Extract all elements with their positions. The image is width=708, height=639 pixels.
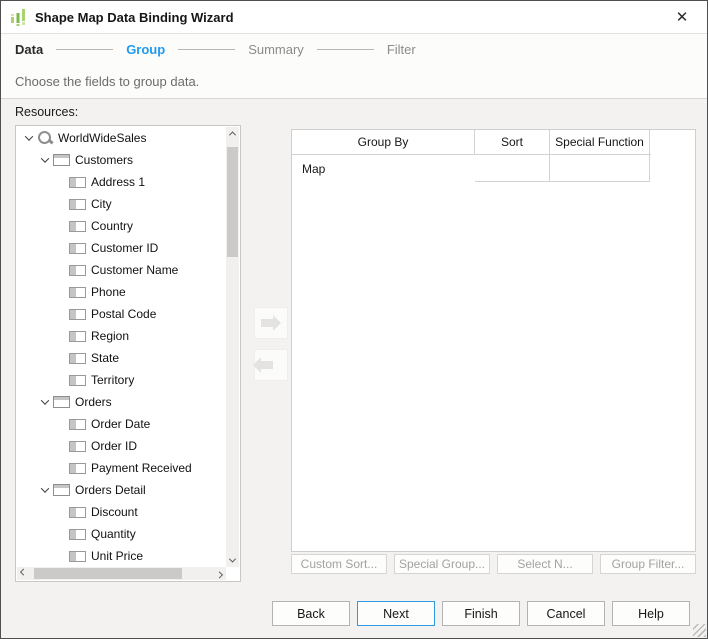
remove-field-button[interactable] <box>254 349 288 381</box>
step-filter[interactable]: Filter <box>387 42 416 57</box>
tree-item-payment-received[interactable]: Payment Received <box>17 457 226 479</box>
field-icon <box>69 551 86 562</box>
tree-item-postal-code[interactable]: Postal Code <box>17 303 226 325</box>
custom-sort-button[interactable]: Custom Sort... <box>291 554 387 574</box>
table-icon <box>53 396 70 408</box>
window-title: Shape Map Data Binding Wizard <box>35 10 667 25</box>
subtitle-bar: Choose the fields to group data. <box>1 65 707 99</box>
dialog-body: Resources: WorldWideSales Customers Addr… <box>1 99 707 638</box>
close-icon[interactable]: ✕ <box>667 4 697 30</box>
arrow-left-icon <box>261 361 273 369</box>
tree-item-worldwidesales[interactable]: WorldWideSales <box>17 127 226 149</box>
scroll-up-icon[interactable] <box>226 127 239 140</box>
resources-tree: WorldWideSales Customers Address 1 City <box>15 125 241 582</box>
tree-item-orders[interactable]: Orders <box>17 391 226 413</box>
group-actions-row: Custom Sort... Special Group... Select N… <box>291 554 696 574</box>
tree-item-quantity[interactable]: Quantity <box>17 523 226 545</box>
field-icon <box>69 199 86 210</box>
tree-item-country[interactable]: Country <box>17 215 226 237</box>
select-n-button[interactable]: Select N... <box>497 554 593 574</box>
tree-item-customer-name[interactable]: Customer Name <box>17 259 226 281</box>
chevron-down-icon[interactable] <box>37 152 53 168</box>
wizard-instruction: Choose the fields to group data. <box>15 74 199 89</box>
tree-horizontal-scrollbar[interactable] <box>17 567 226 580</box>
tree-item-territory[interactable]: Territory <box>17 369 226 391</box>
tree-item-unit-price[interactable]: Unit Price <box>17 545 226 567</box>
cancel-button[interactable]: Cancel <box>527 601 605 626</box>
step-connector <box>178 49 235 50</box>
query-icon <box>37 130 53 146</box>
resize-grip[interactable] <box>693 624 706 637</box>
group-filter-button[interactable]: Group Filter... <box>600 554 696 574</box>
tree-viewport: WorldWideSales Customers Address 1 City <box>17 127 226 567</box>
field-icon <box>69 177 86 188</box>
field-icon <box>69 243 86 254</box>
scroll-down-icon[interactable] <box>226 554 239 567</box>
tree-item-discount[interactable]: Discount <box>17 501 226 523</box>
field-icon <box>69 419 86 430</box>
tree-item-order-date[interactable]: Order Date <box>17 413 226 435</box>
field-icon <box>69 309 86 320</box>
chevron-down-icon[interactable] <box>21 130 37 146</box>
table-icon <box>53 154 70 166</box>
special-group-button[interactable]: Special Group... <box>394 554 490 574</box>
add-field-button[interactable] <box>254 307 288 339</box>
tree-item-order-id[interactable]: Order ID <box>17 435 226 457</box>
step-connector <box>56 49 113 50</box>
table-row[interactable]: Map <box>292 155 651 182</box>
chevron-down-icon[interactable] <box>37 394 53 410</box>
wizard-steps: Data Group Summary Filter <box>1 34 707 65</box>
scroll-right-icon[interactable] <box>213 567 226 580</box>
tree-item-customer-id[interactable]: Customer ID <box>17 237 226 259</box>
group-by-cell[interactable]: Map <box>292 155 475 182</box>
next-button[interactable]: Next <box>357 601 435 626</box>
field-icon <box>69 331 86 342</box>
tree-item-city[interactable]: City <box>17 193 226 215</box>
field-icon <box>69 265 86 276</box>
field-icon <box>69 287 86 298</box>
tree-item-customers[interactable]: Customers <box>17 149 226 171</box>
step-connector <box>317 49 374 50</box>
sort-cell[interactable] <box>475 155 550 182</box>
step-data[interactable]: Data <box>15 42 43 57</box>
group-table-header: Group By Sort Special Function <box>292 130 651 155</box>
step-summary[interactable]: Summary <box>248 42 304 57</box>
field-icon <box>69 353 86 364</box>
vertical-scrollbar-thumb[interactable] <box>227 147 238 257</box>
tree-item-address-1[interactable]: Address 1 <box>17 171 226 193</box>
field-icon <box>69 507 86 518</box>
tree-item-state[interactable]: State <box>17 347 226 369</box>
group-by-panel: Group By Sort Special Function Map <box>291 129 696 552</box>
resources-label: Resources: <box>15 105 78 119</box>
tree-item-phone[interactable]: Phone <box>17 281 226 303</box>
help-button[interactable]: Help <box>612 601 690 626</box>
table-icon <box>53 484 70 496</box>
special-function-cell[interactable] <box>550 155 650 182</box>
horizontal-scrollbar-thumb[interactable] <box>34 568 182 579</box>
scroll-left-icon[interactable] <box>17 567 30 580</box>
column-header-sort: Sort <box>475 130 550 154</box>
column-header-group-by: Group By <box>292 130 475 154</box>
field-icon <box>69 441 86 452</box>
app-chart-icon <box>8 7 28 27</box>
tree-vertical-scrollbar[interactable] <box>226 127 239 567</box>
tree-item-region[interactable]: Region <box>17 325 226 347</box>
arrow-right-icon <box>261 319 273 327</box>
step-group[interactable]: Group <box>126 42 165 57</box>
field-icon <box>69 375 86 386</box>
shape-map-data-binding-wizard-dialog: Shape Map Data Binding Wizard ✕ Data Gro… <box>0 0 708 639</box>
field-icon <box>69 221 86 232</box>
back-button[interactable]: Back <box>272 601 350 626</box>
tree-item-orders-detail[interactable]: Orders Detail <box>17 479 226 501</box>
field-icon <box>69 529 86 540</box>
finish-button[interactable]: Finish <box>442 601 520 626</box>
field-icon <box>69 463 86 474</box>
title-bar: Shape Map Data Binding Wizard ✕ <box>1 1 707 34</box>
chevron-down-icon[interactable] <box>37 482 53 498</box>
column-header-special-function: Special Function <box>550 130 650 154</box>
